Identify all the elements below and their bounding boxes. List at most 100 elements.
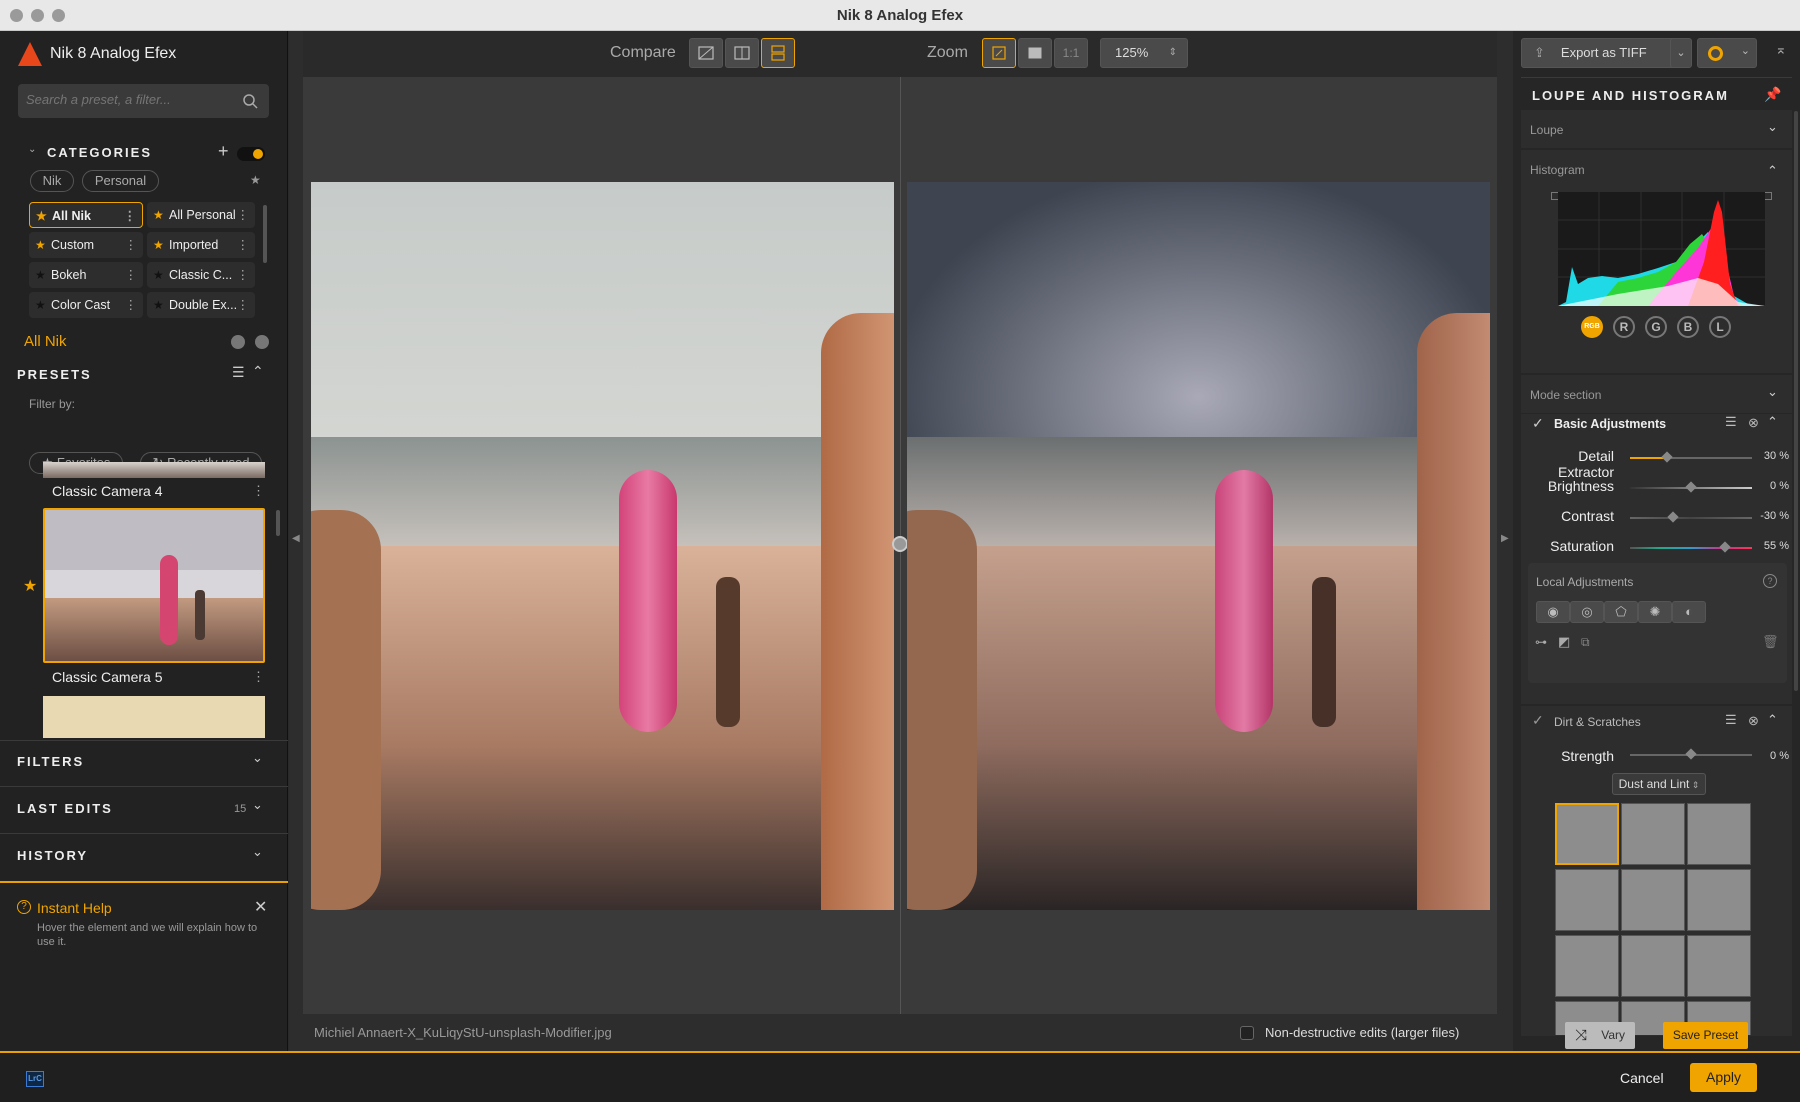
cancel-button[interactable]: Cancel xyxy=(1620,1070,1664,1086)
categories-toggle[interactable] xyxy=(237,147,265,161)
export-button[interactable]: ⇪ Export as TIFF xyxy=(1521,38,1686,68)
chevron-up-icon[interactable]: ⌃ xyxy=(1767,163,1778,179)
more-icon[interactable]: ⋮ xyxy=(252,483,265,499)
more-icon[interactable]: ⋮ xyxy=(125,262,138,288)
mask-view-icon[interactable]: ◩ xyxy=(1558,634,1570,650)
enable-checkbox[interactable]: ✓ xyxy=(1532,415,1544,432)
filters-header[interactable]: FILTERS xyxy=(17,754,84,769)
right-panel-scrollbar[interactable] xyxy=(1794,111,1798,691)
before-image[interactable] xyxy=(311,182,894,910)
category-classic-camera[interactable]: ★ Classic C... ⋮ xyxy=(147,262,255,288)
radial-mask-button[interactable]: ◎ xyxy=(1570,601,1604,623)
dirt-type-select[interactable]: Dust and Lint ⇕ xyxy=(1612,773,1706,795)
chevron-down-icon[interactable]: ⌄ xyxy=(252,750,263,766)
zoom-1to1-button[interactable]: 1:1 xyxy=(1054,38,1088,68)
channel-b-button[interactable]: B xyxy=(1677,316,1699,338)
dirt-texture-thumb[interactable] xyxy=(1687,803,1751,865)
more-icon[interactable]: ⋮ xyxy=(125,232,138,258)
chip-personal[interactable]: Personal xyxy=(82,170,159,192)
control-point-button[interactable]: ◉ xyxy=(1536,601,1570,623)
channel-g-button[interactable]: G xyxy=(1645,316,1667,338)
minimize-window-button[interactable] xyxy=(31,9,44,22)
category-all-personal[interactable]: ★ All Personal ⋮ xyxy=(147,202,255,228)
list-view-icon[interactable]: ☰ xyxy=(232,364,245,381)
apply-button[interactable]: Apply xyxy=(1690,1063,1757,1092)
zoom-fit-button[interactable] xyxy=(982,38,1016,68)
compare-split-button[interactable] xyxy=(725,38,759,68)
zoom-level-select[interactable]: 125% ⇕ xyxy=(1100,38,1188,68)
categories-scrollbar[interactable] xyxy=(263,205,267,263)
enable-checkbox[interactable]: ✓ xyxy=(1532,712,1544,729)
chevron-down-icon[interactable]: ⌄ xyxy=(252,844,263,860)
vary-button[interactable]: ⤨ Vary xyxy=(1565,1022,1635,1049)
add-category-button[interactable]: + xyxy=(218,141,229,162)
zoom-window-button[interactable] xyxy=(52,9,65,22)
close-icon[interactable]: ✕ xyxy=(254,897,267,917)
add-circle-icon[interactable] xyxy=(255,335,269,349)
split-handle-icon[interactable] xyxy=(892,536,908,552)
dirt-texture-thumb[interactable] xyxy=(1621,935,1685,997)
chevron-up-icon[interactable]: ⌃ xyxy=(252,363,264,380)
compare-side-by-side-button[interactable] xyxy=(761,38,795,68)
collapse-top-icon[interactable]: ⌅ xyxy=(1775,41,1787,58)
dirt-texture-thumb[interactable] xyxy=(1687,935,1751,997)
preset-thumbnail[interactable] xyxy=(43,462,265,478)
search-icon[interactable] xyxy=(242,93,258,109)
detail-extractor-slider[interactable] xyxy=(1630,451,1752,463)
highlight-clip-icon[interactable] xyxy=(1764,192,1772,200)
favorite-star-icon[interactable]: ★ xyxy=(23,576,37,596)
reset-icon[interactable]: ⊗ xyxy=(1748,415,1759,431)
dirt-texture-thumb[interactable] xyxy=(1621,803,1685,865)
help-icon[interactable]: ? xyxy=(1763,574,1777,588)
category-custom[interactable]: ★ Custom ⋮ xyxy=(29,232,143,258)
dirt-texture-thumb[interactable] xyxy=(1555,869,1619,931)
dirt-texture-thumb[interactable] xyxy=(1621,869,1685,931)
contrast-slider[interactable] xyxy=(1630,511,1752,523)
luminosity-mask-button[interactable]: ✺ xyxy=(1638,601,1672,623)
preset-thumbnail[interactable] xyxy=(43,696,265,738)
dirt-texture-thumb[interactable] xyxy=(1555,935,1619,997)
export-options-chevron-icon[interactable]: ⌄ xyxy=(1670,38,1692,68)
presets-scrollbar[interactable] xyxy=(276,510,280,536)
chevron-up-icon[interactable]: ⌃ xyxy=(1767,414,1778,430)
more-icon[interactable]: ⋮ xyxy=(237,232,250,258)
last-edits-header[interactable]: LAST EDITS xyxy=(17,801,113,816)
more-icon[interactable]: ⋮ xyxy=(237,292,250,318)
chevron-down-icon[interactable]: ⌄ xyxy=(28,144,36,155)
dirt-texture-thumb[interactable] xyxy=(1687,869,1751,931)
more-icon[interactable]: ⋮ xyxy=(252,669,265,685)
pin-icon[interactable]: ★ xyxy=(250,173,261,187)
chevron-down-icon[interactable]: ⌄ xyxy=(1767,119,1778,135)
chip-nik[interactable]: Nik xyxy=(30,170,74,192)
more-icon[interactable]: ⋮ xyxy=(124,203,137,229)
compare-overlay-button[interactable] xyxy=(689,38,723,68)
right-collapse-strip[interactable]: ▶ xyxy=(1497,31,1513,1051)
chevron-up-icon[interactable]: ⌃ xyxy=(1767,712,1778,728)
history-header[interactable]: HISTORY xyxy=(17,848,88,863)
plugin-menu-button[interactable]: ⌄ xyxy=(1697,38,1757,68)
duplicate-icon[interactable]: ⧉ xyxy=(1581,635,1590,650)
category-bokeh[interactable]: ★ Bokeh ⋮ xyxy=(29,262,143,288)
strength-slider[interactable] xyxy=(1630,748,1752,760)
chevron-down-icon[interactable]: ⌄ xyxy=(252,797,263,813)
mask-options-icon[interactable]: ⊶ xyxy=(1535,635,1547,649)
save-preset-button[interactable]: Save Preset xyxy=(1663,1022,1748,1049)
nondestructive-checkbox[interactable] xyxy=(1240,1026,1254,1040)
brightness-slider[interactable] xyxy=(1630,481,1752,493)
saturation-slider[interactable] xyxy=(1630,541,1752,553)
channel-rgb-button[interactable]: RGB xyxy=(1581,316,1603,338)
list-view-icon[interactable]: ☰ xyxy=(1725,712,1737,728)
search-input[interactable] xyxy=(26,92,226,107)
channel-r-button[interactable]: R xyxy=(1613,316,1635,338)
after-image[interactable] xyxy=(907,182,1490,910)
list-view-icon[interactable]: ☰ xyxy=(1725,414,1737,430)
more-icon[interactable]: ⋮ xyxy=(125,292,138,318)
category-double-exposure[interactable]: ★ Double Ex... ⋮ xyxy=(147,292,255,318)
add-circle-icon[interactable] xyxy=(231,335,245,349)
polygon-mask-button[interactable]: ⬠ xyxy=(1604,601,1638,623)
lightroom-icon[interactable]: LrC xyxy=(26,1071,44,1087)
zoom-fill-button[interactable] xyxy=(1018,38,1052,68)
channel-l-button[interactable]: L xyxy=(1709,316,1731,338)
category-color-cast[interactable]: ★ Color Cast ⋮ xyxy=(29,292,143,318)
dirt-texture-thumb[interactable] xyxy=(1555,803,1619,865)
